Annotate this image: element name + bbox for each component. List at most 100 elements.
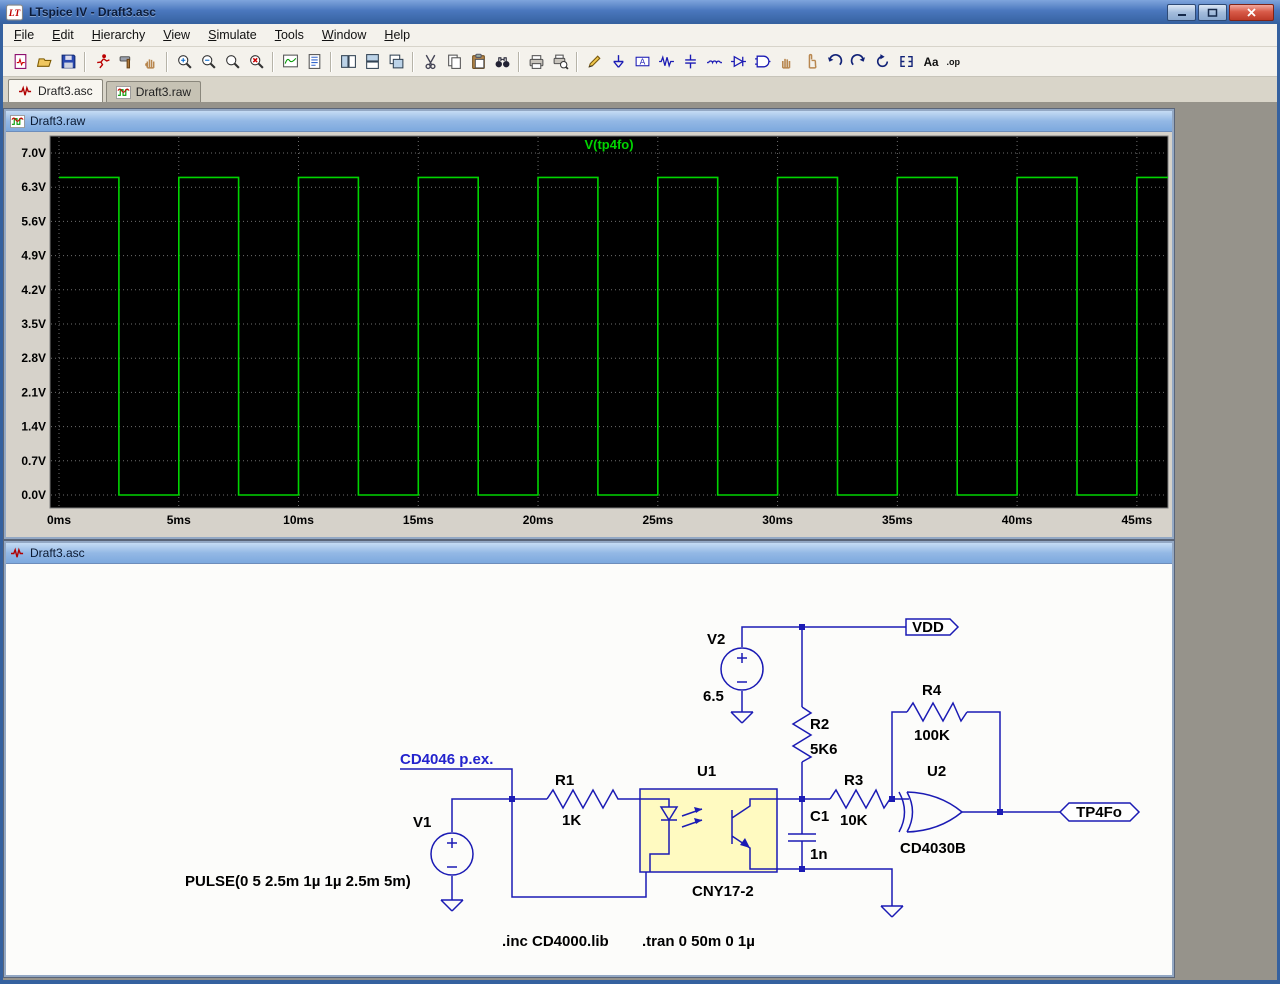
optocoupler-u1-symbol[interactable]	[639, 788, 778, 873]
ground-symbol[interactable]	[730, 711, 754, 724]
text-button[interactable]: Aa	[918, 50, 942, 74]
minimize-button[interactable]	[1167, 4, 1196, 21]
control-panel-button[interactable]	[114, 50, 138, 74]
ground-symbol[interactable]	[880, 905, 904, 918]
xor-gate-input-arc[interactable]	[898, 791, 906, 833]
spice-directive-inc[interactable]: .inc CD4000.lib	[502, 933, 609, 950]
ground-button[interactable]	[606, 50, 630, 74]
diode-button[interactable]	[726, 50, 750, 74]
rotate-button[interactable]	[870, 50, 894, 74]
resistor-r3-symbol[interactable]	[829, 788, 891, 810]
r3-name[interactable]: R3	[844, 772, 863, 789]
tile-vertical-button[interactable]	[336, 50, 360, 74]
trace-name-label[interactable]: V(tp4fo)	[584, 137, 633, 152]
find-button[interactable]	[490, 50, 514, 74]
u2-name[interactable]: U2	[927, 763, 946, 780]
wire[interactable]	[967, 711, 1001, 812]
wire[interactable]	[891, 711, 907, 799]
resistor-r1-symbol[interactable]	[546, 788, 622, 810]
r1-value[interactable]: 1K	[562, 812, 581, 829]
v2-name[interactable]: V2	[707, 631, 725, 648]
wire[interactable]	[451, 798, 547, 832]
resistor-r4-symbol[interactable]	[906, 701, 968, 723]
schematic-canvas[interactable]: CD4046 p.ex. V1 PULSE(0 5 2.5m 1µ 1µ 2.5…	[6, 564, 1172, 975]
pan-button[interactable]	[138, 50, 162, 74]
r4-name[interactable]: R4	[922, 682, 942, 699]
menu-view[interactable]: View	[154, 25, 199, 45]
menu-hierarchy[interactable]: Hierarchy	[83, 25, 155, 45]
inductor-button[interactable]	[702, 50, 726, 74]
tab-draft3-asc[interactable]: Draft3.asc	[8, 79, 103, 102]
waveform-plot-area[interactable]: 7.0V 6.3V 5.6V 4.9V 4.2V 3.5V 2.8V 2.1V 1.4V 0.7V…	[6, 132, 1172, 537]
r1-name[interactable]: R1	[555, 772, 574, 789]
r2-value[interactable]: 5K6	[810, 741, 838, 758]
wire[interactable]	[741, 626, 906, 647]
label-net-button[interactable]: A	[630, 50, 654, 74]
menu-file[interactable]: File	[5, 25, 43, 45]
spice-netlist-button[interactable]	[302, 50, 326, 74]
autorange-button[interactable]	[278, 50, 302, 74]
ground-symbol[interactable]	[440, 899, 464, 912]
print-button[interactable]	[524, 50, 548, 74]
print-preview-button[interactable]	[548, 50, 572, 74]
resistor-button[interactable]	[654, 50, 678, 74]
zoom-full-extents-button[interactable]	[244, 50, 268, 74]
mirror-button[interactable]	[894, 50, 918, 74]
waveform-icon	[115, 85, 131, 99]
drag-button[interactable]	[798, 50, 822, 74]
r2-name[interactable]: R2	[810, 716, 829, 733]
zoom-previous-button[interactable]	[220, 50, 244, 74]
v1-name[interactable]: V1	[413, 814, 431, 831]
waveform-window-titlebar[interactable]: Draft3.raw	[6, 111, 1172, 132]
wire[interactable]	[400, 768, 647, 898]
svg-text:A: A	[639, 56, 645, 66]
capacitor-button[interactable]	[678, 50, 702, 74]
resistor-r2-symbol[interactable]	[791, 706, 813, 763]
spice-directive-button[interactable]: .op	[942, 50, 966, 74]
save-button[interactable]	[56, 50, 80, 74]
cascade-icon	[388, 53, 405, 70]
comment-text[interactable]: CD4046 p.ex.	[400, 751, 493, 768]
run-button[interactable]	[90, 50, 114, 74]
tile-horizontal-button[interactable]	[360, 50, 384, 74]
v2-value[interactable]: 6.5	[703, 688, 724, 705]
tab-draft3-raw[interactable]: Draft3.raw	[105, 81, 202, 102]
zoom-out-button[interactable]	[196, 50, 220, 74]
capacitor-c1-symbol[interactable]	[788, 833, 816, 842]
wire[interactable]	[777, 868, 893, 906]
zoom-in-button[interactable]	[172, 50, 196, 74]
maximize-button[interactable]	[1198, 4, 1227, 21]
v1-value[interactable]: PULSE(0 5 2.5m 1µ 1µ 2.5m 5m)	[185, 873, 411, 890]
spice-directive-tran[interactable]: .tran 0 50m 0 1µ	[642, 933, 755, 950]
menu-help[interactable]: Help	[375, 25, 419, 45]
menu-edit[interactable]: Edit	[43, 25, 83, 45]
menu-window[interactable]: Window	[313, 25, 375, 45]
c1-value[interactable]: 1n	[810, 846, 828, 863]
r3-value[interactable]: 10K	[840, 812, 868, 829]
wire-button[interactable]	[582, 50, 606, 74]
r4-value[interactable]: 100K	[914, 727, 950, 744]
undo-button[interactable]	[822, 50, 846, 74]
u1-value[interactable]: CNY17-2	[692, 883, 754, 900]
open-button[interactable]	[32, 50, 56, 74]
toolbar-separator	[84, 51, 86, 72]
u2-value[interactable]: CD4030B	[900, 840, 966, 857]
copy-button[interactable]	[442, 50, 466, 74]
xor-gate-body[interactable]	[906, 791, 964, 833]
close-button[interactable]	[1229, 4, 1274, 21]
new-schematic-button[interactable]	[8, 50, 32, 74]
redo-button[interactable]	[846, 50, 870, 74]
menu-simulate[interactable]: Simulate	[199, 25, 266, 45]
move-button[interactable]	[774, 50, 798, 74]
toolbar-separator	[272, 51, 274, 72]
menu-tools[interactable]: Tools	[266, 25, 313, 45]
paste-button[interactable]	[466, 50, 490, 74]
cut-button[interactable]	[418, 50, 442, 74]
u1-name[interactable]: U1	[697, 763, 716, 780]
schematic-window-titlebar[interactable]: Draft3.asc	[6, 543, 1172, 564]
zoom-out-icon	[200, 53, 217, 70]
y-tick-label: 7.0V	[21, 146, 46, 160]
cascade-button[interactable]	[384, 50, 408, 74]
c1-name[interactable]: C1	[810, 808, 829, 825]
component-button[interactable]	[750, 50, 774, 74]
